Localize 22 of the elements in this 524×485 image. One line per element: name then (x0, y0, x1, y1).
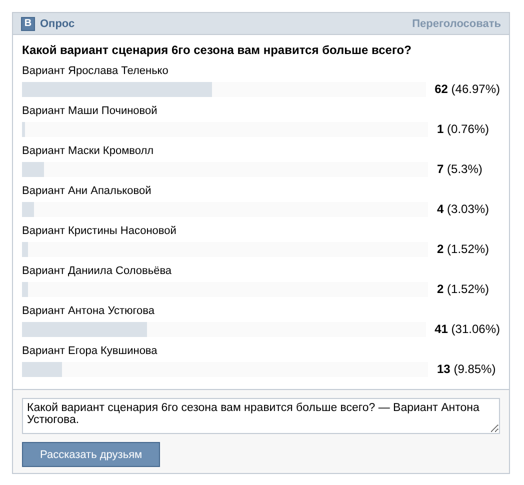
option-label: Вариант Даниила Соловьёва (22, 264, 173, 279)
vote-count: 2 (1.52%) (437, 242, 490, 256)
vote-count: 2 (1.52%) (437, 282, 490, 296)
poll-question: Какой вариант сценария 6го сезона вам нравится больше всего? (22, 43, 412, 57)
vote-count: 1 (0.76%) (437, 122, 490, 136)
vote-count: 13 (9.85%) (437, 362, 496, 376)
vote-count: 7 (5.3%) (437, 162, 482, 176)
option-label: Вариант Антона Устюгова (22, 304, 156, 319)
option-label: Вариант Ярослава Теленько (22, 64, 170, 79)
option-label: Вариант Маши Починовой (22, 104, 158, 119)
revote-link[interactable]: Переголосовать (412, 18, 501, 30)
vote-count: 4 (3.03%) (437, 202, 490, 216)
share-button[interactable]: Рассказать друзьям (22, 442, 160, 467)
option-label: Вариант Маски Кромволл (22, 144, 155, 159)
logo-icon: В (21, 16, 35, 30)
option-label: Вариант Егора Кувшинова (22, 344, 158, 359)
poll-title: Опрос (40, 18, 75, 30)
vote-count: 62 (46.97%) (434, 82, 500, 96)
vote-count: 41 (31.06%) (434, 322, 500, 336)
option-label: Вариант Кристины Насоновой (22, 224, 178, 239)
share-text-field[interactable]: Какой вариант сценария 6го сезона вам нравится больше всего? — Вариант Антона Устюгова. (22, 398, 500, 434)
option-label: Вариант Ани Апальковой (22, 184, 152, 199)
